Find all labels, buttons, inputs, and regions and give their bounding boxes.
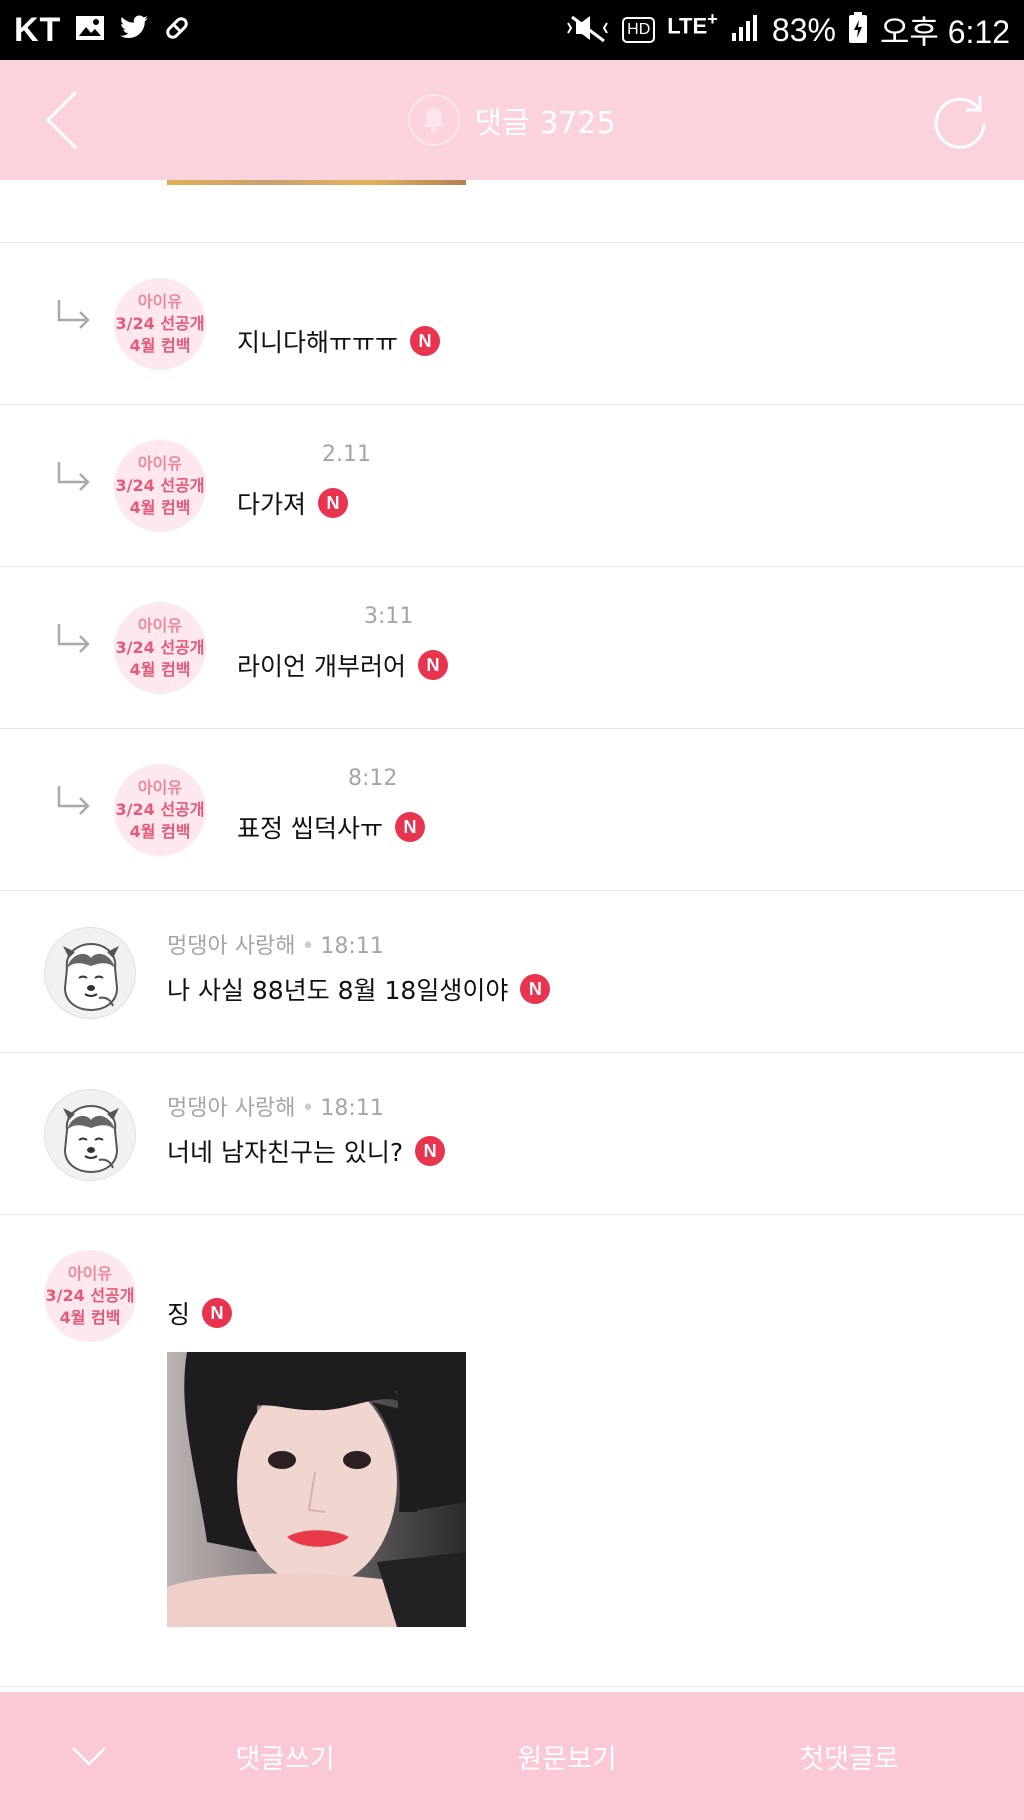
comment-text: 다가져 N bbox=[237, 485, 349, 521]
clock: 오후 6:12 bbox=[879, 14, 1010, 50]
bottom-toolbar: 댓글쓰기 원문보기 첫댓글로 bbox=[0, 1692, 1024, 1820]
comment-text: 라이언 개부러어 N bbox=[237, 647, 448, 683]
divider bbox=[0, 242, 1024, 243]
signal-icon bbox=[730, 13, 760, 47]
status-bar: KT HD LTE+ 83% 오후 6:12 bbox=[0, 0, 1024, 60]
battery-percent: 83% bbox=[771, 11, 836, 48]
comment-time: 18:11 bbox=[320, 934, 384, 959]
battery-icon bbox=[848, 12, 868, 48]
pill-icon bbox=[163, 14, 191, 46]
avatar[interactable]: 아이유 3/24 선공개 4월 컴백 bbox=[44, 1250, 136, 1342]
avatar[interactable]: 아이유 3/24 선공개 4월 컴백 bbox=[114, 764, 206, 856]
app-header: 댓글 3725 bbox=[0, 60, 1024, 180]
carrier-label: KT bbox=[14, 10, 62, 49]
reply-arrow-icon bbox=[57, 786, 90, 815]
reply-arrow-icon bbox=[57, 624, 90, 653]
divider bbox=[0, 566, 1024, 567]
new-badge: N bbox=[417, 650, 448, 680]
comment-meta: 8:12 bbox=[348, 766, 398, 791]
comment-text: 나 사실 88년도 8월 18일생이야 N bbox=[167, 971, 551, 1007]
image-icon bbox=[75, 15, 105, 45]
reply-arrow-icon bbox=[57, 300, 90, 329]
new-badge: N bbox=[318, 488, 349, 518]
avatar[interactable]: 아이유 3/24 선공개 4월 컴백 bbox=[114, 602, 206, 694]
bell-icon[interactable] bbox=[408, 94, 461, 146]
mute-icon bbox=[566, 13, 610, 47]
new-badge: N bbox=[415, 1136, 446, 1166]
divider bbox=[0, 1214, 1024, 1215]
lte-icon: LTE+ bbox=[667, 8, 718, 39]
new-badge: N bbox=[394, 812, 425, 842]
first-comment-button[interactable]: 첫댓글로 bbox=[764, 1692, 934, 1820]
divider bbox=[0, 404, 1024, 405]
comment-text: 지니다해ㅠㅠㅠ N bbox=[237, 323, 441, 359]
comment-text: 표정 씹덕사ㅠ N bbox=[237, 809, 425, 845]
avatar[interactable]: 아이유 3/24 선공개 4월 컴백 bbox=[114, 278, 206, 370]
avatar[interactable]: 아이유 3/24 선공개 4월 컴백 bbox=[114, 440, 206, 532]
reply-arrow-icon bbox=[57, 462, 90, 491]
divider bbox=[0, 728, 1024, 729]
divider bbox=[0, 1052, 1024, 1053]
view-original-button[interactable]: 원문보기 bbox=[482, 1692, 652, 1820]
write-comment-button[interactable]: 댓글쓰기 bbox=[200, 1692, 370, 1820]
comment-meta: 멍댕아 사랑해 • 18:11 bbox=[167, 1096, 384, 1121]
hd-icon: HD bbox=[622, 17, 656, 43]
new-badge: N bbox=[410, 326, 441, 356]
chevron-down-icon bbox=[72, 1747, 106, 1766]
dog-avatar-icon bbox=[63, 942, 119, 1012]
comment-meta: 멍댕아 사랑해 • 18:11 bbox=[167, 934, 384, 959]
avatar[interactable] bbox=[44, 1089, 136, 1181]
dog-avatar-icon bbox=[63, 1104, 119, 1174]
new-badge: N bbox=[520, 974, 551, 1004]
divider bbox=[0, 1686, 1024, 1687]
scroll-down-button[interactable] bbox=[44, 1692, 134, 1820]
twitter-icon bbox=[119, 15, 149, 45]
comment-time: 18:11 bbox=[320, 1096, 384, 1121]
divider bbox=[0, 890, 1024, 891]
page-title: 댓글 3725 bbox=[474, 106, 616, 141]
refresh-icon[interactable] bbox=[928, 88, 992, 152]
author-name: 멍댕아 사랑해 bbox=[167, 1096, 296, 1121]
avatar[interactable] bbox=[44, 927, 136, 1019]
author-name: 멍댕아 사랑해 bbox=[167, 934, 296, 959]
comment-photo[interactable] bbox=[167, 1352, 466, 1627]
new-badge: N bbox=[202, 1298, 233, 1328]
comment-text: 징N bbox=[167, 1295, 233, 1331]
previous-comment-image[interactable] bbox=[167, 180, 466, 185]
comment-meta: 3:11 bbox=[364, 604, 414, 629]
comment-text: 너네 남자친구는 있니? N bbox=[167, 1133, 446, 1169]
comment-meta: 2.11 bbox=[322, 442, 371, 467]
